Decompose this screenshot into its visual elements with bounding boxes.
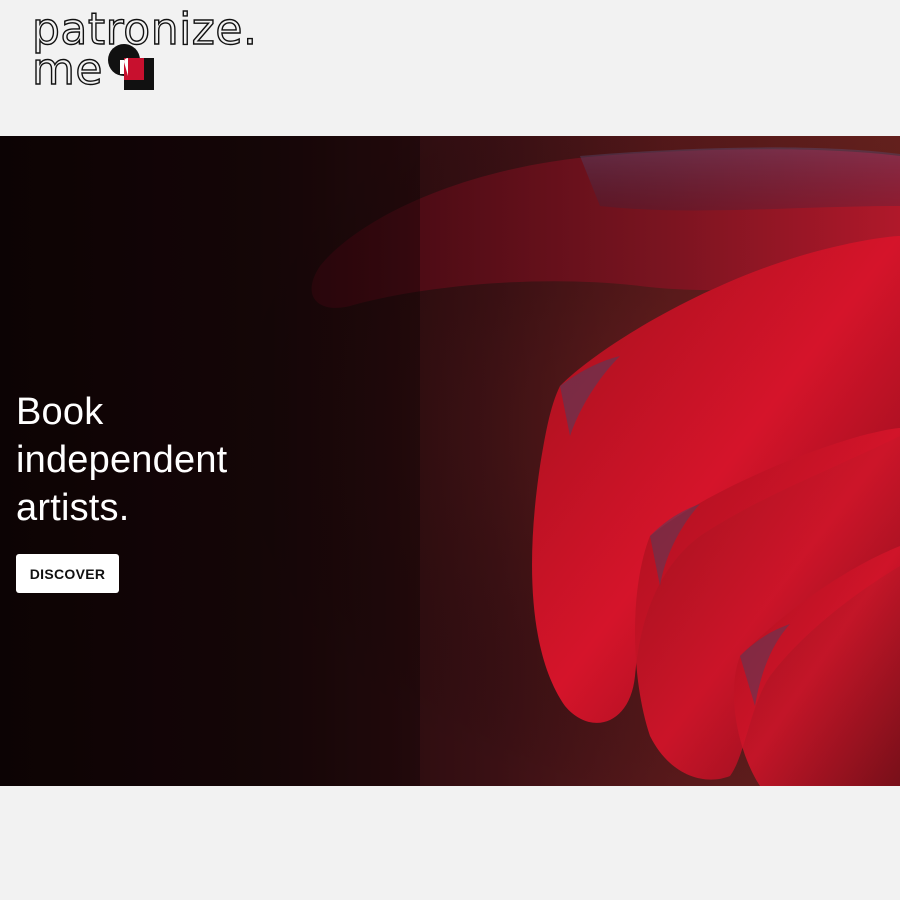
hero-headline: Book independent artists. <box>16 388 316 532</box>
logo-line-2: me <box>32 44 103 95</box>
patronize-me-logo[interactable]: patronize. me <box>32 6 262 96</box>
hero-banner: Book independent artists. DISCOVER <box>0 136 900 786</box>
hero-headline-line-3: artists. <box>16 487 130 529</box>
hero-headline-line-2: independent <box>16 439 228 481</box>
hero-headline-line-1: Book <box>16 391 104 433</box>
page: patronize. me Book independent artists. … <box>0 0 900 900</box>
site-header: patronize. me <box>0 0 900 136</box>
discover-button[interactable]: DISCOVER <box>16 554 119 593</box>
content-below-hero <box>0 786 900 900</box>
